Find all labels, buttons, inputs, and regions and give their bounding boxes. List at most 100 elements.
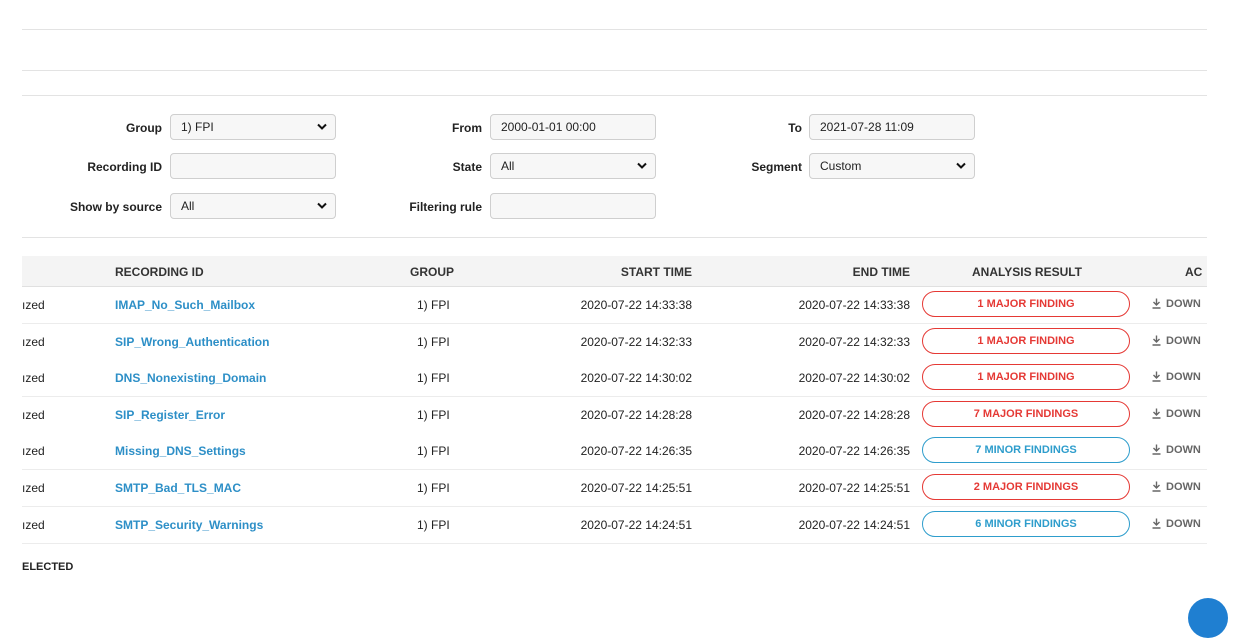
- status-clip: ızed: [22, 433, 62, 469]
- analysis-result-badge[interactable]: 1 MAJOR FINDING: [922, 364, 1130, 391]
- group-cell: 1) FPI: [417, 481, 450, 495]
- table-row[interactable]: ızed IMAP_No_Such_Mailbox 1) FPI 2020-07…: [22, 287, 1207, 324]
- filters-top-divider: [22, 95, 1207, 96]
- filters-bottom-divider: [22, 237, 1207, 238]
- col-analysis-result[interactable]: ANALYSIS RESULT: [972, 265, 1082, 279]
- analysis-result-badge[interactable]: 1 MAJOR FINDING: [922, 327, 1130, 354]
- download-button[interactable]: DOWN: [1152, 371, 1201, 383]
- selected-footer: ELECTED: [22, 558, 102, 578]
- recording-id-link[interactable]: DNS_Nonexisting_Domain: [115, 371, 266, 385]
- recording-id-link[interactable]: SMTP_Bad_TLS_MAC: [115, 481, 241, 495]
- end-time-cell: 2020-07-22 14:28:28: [798, 407, 910, 422]
- table-row[interactable]: ızed SIP_Register_Error 1) FPI 2020-07-2…: [22, 396, 1207, 434]
- status-clip: ızed: [22, 324, 62, 360]
- recording-id-link[interactable]: SMTP_Security_Warnings: [115, 518, 263, 532]
- download-button[interactable]: DOWN: [1152, 335, 1201, 347]
- start-time-cell: 2020-07-22 14:24:51: [580, 517, 692, 532]
- chevron-down-icon: [317, 123, 327, 130]
- table-row[interactable]: ızed DNS_Nonexisting_Domain 1) FPI 2020-…: [22, 360, 1207, 398]
- analysis-result-badge[interactable]: 7 MINOR FINDINGS: [922, 437, 1130, 464]
- state-select[interactable]: All: [490, 153, 656, 179]
- analysis-result-badge[interactable]: 1 MAJOR FINDING: [922, 291, 1130, 317]
- status-cell: ızed: [22, 407, 45, 422]
- help-fab-button[interactable]: [1188, 598, 1228, 638]
- table-row[interactable]: ızed SMTP_Bad_TLS_MAC 1) FPI 2020-07-22 …: [22, 470, 1207, 507]
- col-recording-id[interactable]: RECORDING ID: [115, 265, 204, 279]
- table-row[interactable]: ızed SMTP_Security_Warnings 1) FPI 2020-…: [22, 506, 1207, 544]
- download-label: DOWN: [1166, 371, 1201, 384]
- group-cell: 1) FPI: [417, 517, 450, 532]
- start-time-cell: 2020-07-22 14:25:51: [580, 481, 692, 495]
- download-icon: [1152, 481, 1161, 492]
- download-label: DOWN: [1166, 444, 1201, 457]
- download-button[interactable]: DOWN: [1152, 298, 1201, 310]
- download-button[interactable]: DOWN: [1152, 518, 1201, 530]
- segment-select-value: Custom: [820, 159, 862, 173]
- download-label: DOWN: [1166, 481, 1201, 493]
- status-clip: ızed: [22, 397, 62, 433]
- download-label: DOWN: [1166, 298, 1201, 310]
- download-icon: [1152, 298, 1161, 309]
- show-by-source-select[interactable]: All: [170, 193, 336, 219]
- analysis-result-badge[interactable]: 7 MAJOR FINDINGS: [922, 400, 1130, 427]
- recording-id-label: Recording ID: [87, 160, 162, 174]
- from-label: From: [452, 121, 482, 135]
- state-label: State: [452, 160, 482, 174]
- group-select-value: 1) FPI: [181, 120, 214, 134]
- recording-id-link[interactable]: SIP_Register_Error: [115, 408, 225, 422]
- end-time-cell: 2020-07-22 14:25:51: [798, 481, 910, 495]
- table-row[interactable]: ızed Missing_DNS_Settings 1) FPI 2020-07…: [22, 433, 1207, 471]
- group-cell: 1) FPI: [417, 371, 450, 386]
- recording-id-input[interactable]: [170, 153, 336, 179]
- chevron-down-icon: [317, 202, 327, 209]
- group-cell: 1) FPI: [417, 444, 450, 459]
- download-button[interactable]: DOWN: [1152, 481, 1201, 493]
- col-actions[interactable]: AC: [1185, 265, 1202, 279]
- start-time-cell: 2020-07-22 14:32:33: [580, 334, 692, 349]
- recording-id-link[interactable]: IMAP_No_Such_Mailbox: [115, 298, 255, 312]
- segment-label: Segment: [751, 160, 802, 174]
- download-icon: [1152, 371, 1161, 382]
- actions-clip: DOWN: [1152, 433, 1207, 469]
- recording-id-link[interactable]: SIP_Wrong_Authentication: [115, 335, 269, 349]
- col-start-time[interactable]: START TIME: [621, 265, 692, 279]
- analysis-result-badge[interactable]: 2 MAJOR FINDINGS: [922, 474, 1130, 500]
- download-button[interactable]: DOWN: [1152, 408, 1201, 420]
- end-time-cell: 2020-07-22 14:33:38: [798, 298, 910, 312]
- download-label: DOWN: [1166, 334, 1201, 347]
- download-icon: [1152, 518, 1161, 529]
- chevron-down-icon: [956, 162, 966, 169]
- group-cell: 1) FPI: [417, 407, 450, 422]
- download-button[interactable]: DOWN: [1152, 444, 1201, 456]
- group-cell: 1) FPI: [417, 298, 450, 312]
- to-input[interactable]: 2021-07-28 11:09: [809, 114, 975, 140]
- table-row[interactable]: ızed SIP_Wrong_Authentication 1) FPI 202…: [22, 323, 1207, 361]
- status-cell: ızed: [22, 481, 45, 495]
- recording-id-link[interactable]: Missing_DNS_Settings: [115, 444, 246, 458]
- end-time-cell: 2020-07-22 14:26:35: [798, 444, 910, 459]
- download-label: DOWN: [1166, 517, 1201, 530]
- download-icon: [1152, 444, 1161, 456]
- filtering-rule-input[interactable]: [490, 193, 656, 219]
- analysis-result-badge[interactable]: 6 MINOR FINDINGS: [922, 510, 1130, 537]
- chevron-down-icon: [637, 162, 647, 169]
- col-actions-clip: AC: [1162, 256, 1207, 286]
- show-by-source-label: Show by source: [69, 200, 162, 214]
- end-time-cell: 2020-07-22 14:30:02: [798, 371, 910, 386]
- group-select[interactable]: 1) FPI: [170, 114, 336, 140]
- status-cell: ızed: [22, 298, 45, 312]
- group-label: Group: [126, 121, 162, 135]
- status-cell: ızed: [22, 444, 45, 459]
- status-cell: ızed: [22, 334, 45, 349]
- from-input[interactable]: 2000-01-01 00:00: [490, 114, 656, 140]
- start-time-cell: 2020-07-22 14:30:02: [580, 371, 692, 386]
- col-group[interactable]: GROUP: [410, 265, 454, 279]
- col-end-time[interactable]: END TIME: [853, 265, 910, 279]
- status-clip: ızed: [22, 360, 62, 396]
- status-clip: ızed: [22, 470, 62, 506]
- table-header: RECORDING ID GROUP START TIME END TIME A…: [22, 256, 1207, 287]
- show-by-source-value: All: [181, 199, 195, 213]
- end-time-cell: 2020-07-22 14:32:33: [798, 334, 910, 349]
- segment-select[interactable]: Custom: [809, 153, 975, 179]
- selected-count-label: ELECTED: [22, 561, 74, 573]
